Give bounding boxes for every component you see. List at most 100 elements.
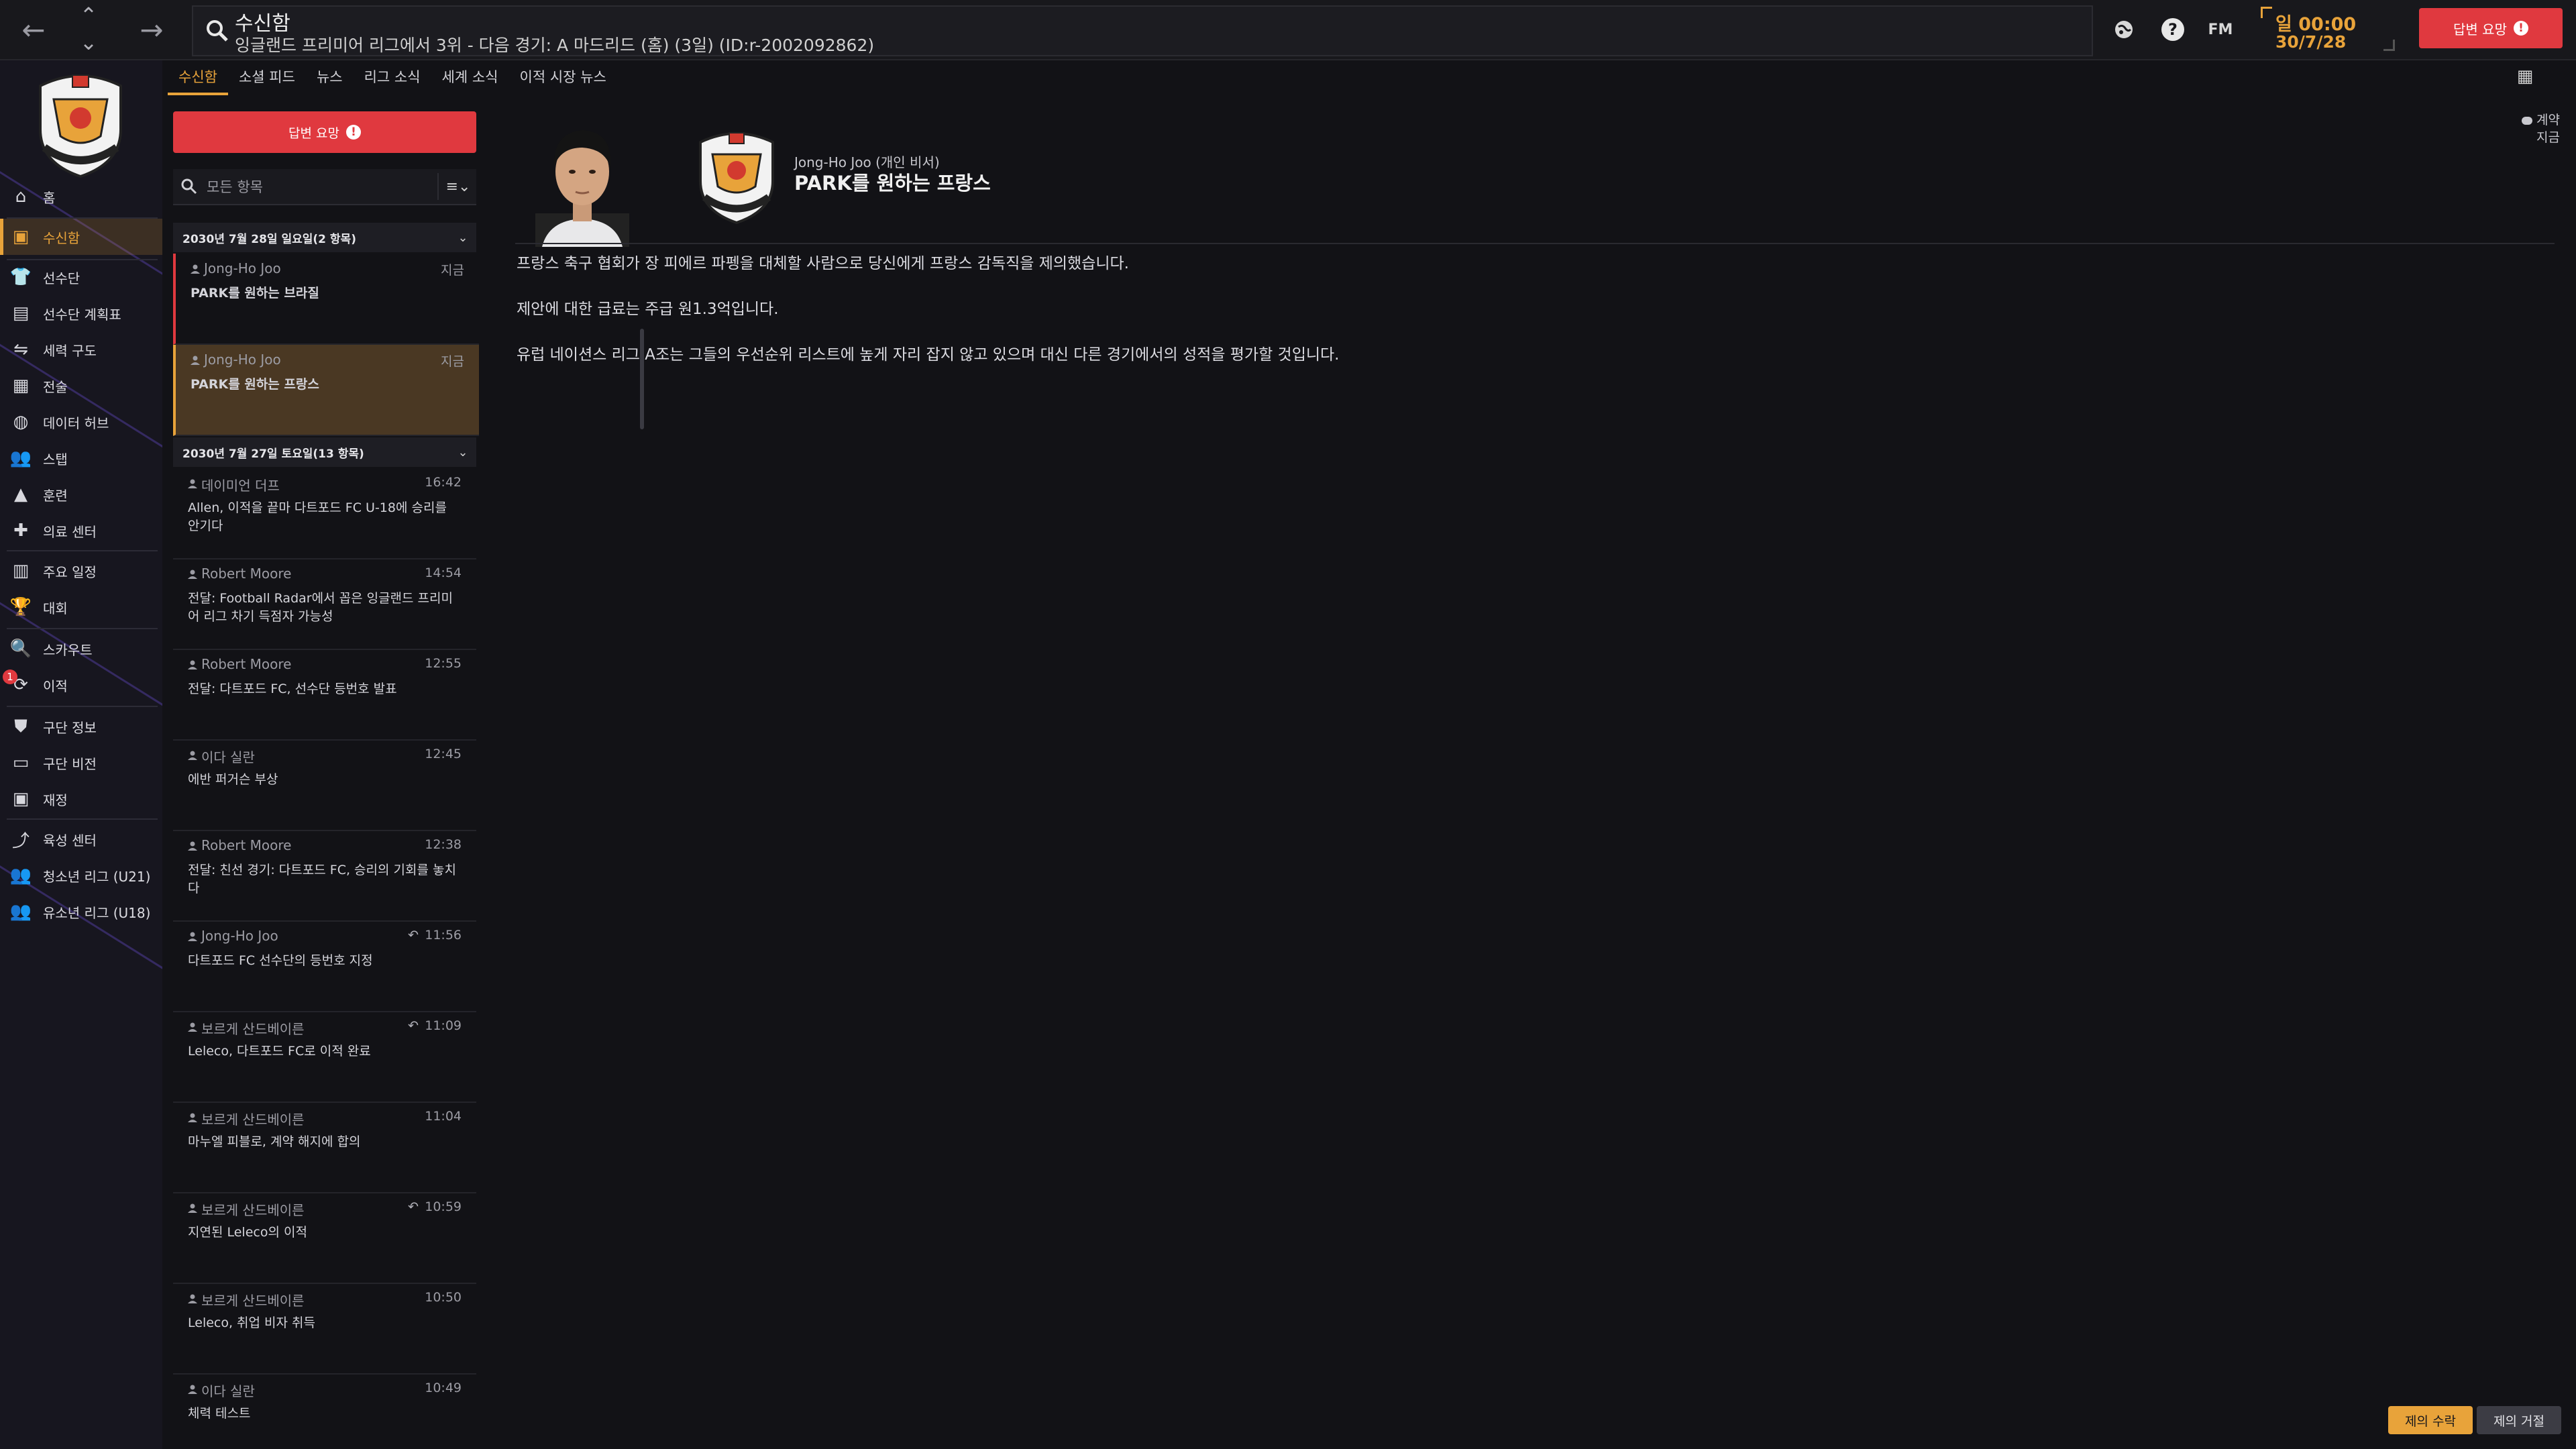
message-sender: 이다 실란 [201,749,255,765]
person-icon [188,570,197,579]
globe-icon[interactable] [2109,15,2139,44]
tab-inbox[interactable]: 수신함 [168,62,228,95]
club-crest-icon[interactable] [27,66,134,180]
sidebar-item-schedule[interactable]: ▥ 주요 일정 [0,553,162,589]
person-icon [191,264,200,274]
list-item[interactable]: Jong-Ho Joo ↶ 11:56 다트포드 FC 선수단의 등번호 지정 [173,921,476,1012]
alert-icon: ! [2513,21,2528,36]
message-subject: PARK를 원하는 브라질 [191,286,319,301]
message-list-panel: 답변 요망 ! ≡⌄ 2030년 7월 28일 일요일(2 항목) ⌄ Jong… [168,101,644,1449]
chevron-down-icon[interactable]: ⌄ [62,30,115,55]
respond-list-label: 답변 요망 [288,125,339,141]
list-item[interactable]: 보르게 산드베이른 ↶ 11:09 Leleco, 다트포드 FC로 이적 완료 [173,1012,476,1103]
u18-icon: 👥 [9,902,32,922]
sidebar-item-staff[interactable]: 👥 스탭 [0,440,162,476]
shirt-icon: 👕 [9,267,32,287]
home-icon: ⌂ [15,186,27,207]
tab-transfer-news[interactable]: 이적 시장 뉴스 [509,62,617,93]
game-date[interactable]: 일 00:00 30/7/28 [2261,7,2395,52]
sort-menu-icon[interactable]: ≡⌄ [437,173,478,200]
clipboard-icon: ▤ [12,303,30,323]
sidebar-item-inbox[interactable]: ▣ 수신함 [0,219,162,255]
replied-icon: ↶ [408,928,419,943]
message-time: 12:38 [425,837,462,852]
sidebar-item-medical[interactable]: ✚ 의료 센터 [0,513,162,549]
divider [515,243,2555,244]
trophy-icon: 🏆 [9,597,32,617]
message-time: 10:59 [425,1199,462,1214]
sidebar-item-training[interactable]: ▲ 훈련 [0,476,162,513]
sidebar-item-competitions[interactable]: 🏆 대회 [0,589,162,625]
sidebar-item-home[interactable]: ⌂ 홈 [0,178,162,215]
chevron-down-icon[interactable]: ⌄ [449,231,476,245]
fm-logo[interactable]: FM [2207,15,2234,44]
contract-tag-time: 지금 [2536,130,2560,145]
list-item-selected[interactable]: Jong-Ho Joo 지금 PARK를 원하는 프랑스 [173,345,479,436]
list-item[interactable]: Jong-Ho Joo 지금 PARK를 원하는 브라질 [173,254,479,345]
person-icon [188,841,197,851]
message-subject: 전달: 친선 경기: 다트포드 FC, 승리의 기회를 놓치다 [188,863,456,896]
back-arrow-icon[interactable]: ← [0,5,67,54]
title-search-box[interactable]: 수신함 잉글랜드 프리미어 리그에서 3위 - 다음 경기: A 마드리드 (홈… [192,5,2093,56]
accept-offer-button[interactable]: 제의 수락 [2388,1406,2473,1434]
list-item[interactable]: 보르게 산드베이른 11:04 마누엘 피블로, 계약 해지에 합의 [173,1102,476,1193]
alert-icon: ! [345,125,361,140]
group-header[interactable]: 2030년 7월 28일 일요일(2 항목) ⌄ [173,223,476,252]
sidebar: ⌂ 홈 ▣ 수신함 👕 선수단 ▤ 선수단 계획표 ⇋ 세력 구도 ▦ 전술 ◍… [0,60,162,1449]
list-item[interactable]: 데이미언 더프 16:42 Allen, 이적을 끝마 다트포드 FC U-18… [173,468,476,559]
sidebar-item-finances[interactable]: ▣ 재정 [0,781,162,817]
sidebar-item-development[interactable]: ⤴ 육성 센터 [0,821,162,857]
list-item[interactable]: Robert Moore 12:38 전달: 친선 경기: 다트포드 FC, 승… [173,830,476,922]
sidebar-item-data-hub[interactable]: ◍ 데이터 허브 [0,404,162,440]
list-item[interactable]: 보르게 산드베이른 10:50 Leleco, 취업 비자 취득 [173,1283,476,1375]
group-header[interactable]: 2030년 7월 27일 토요일(13 항목) ⌄ [173,437,476,467]
person-icon [188,1113,197,1122]
list-item[interactable]: 이다 실란 10:49 체력 테스트 [173,1374,476,1448]
chevron-up-icon[interactable]: ⌃ [62,3,115,28]
sidebar-item-squad[interactable]: 👕 선수단 [0,259,162,295]
training-icon: ▲ [14,484,28,504]
list-item[interactable]: Robert Moore 12:55 전달: 다트포드 FC, 선수단 등번호 … [173,649,476,741]
sidebar-item-u21[interactable]: 👥 청소년 리그 (U21) [0,857,162,894]
person-icon [188,660,197,669]
contract-tag: 계약 지금 [2500,111,2560,146]
chevron-down-icon[interactable]: ⌄ [449,445,476,460]
sidebar-item-club-vision[interactable]: ▭ 구단 비전 [0,745,162,781]
respond-required-button[interactable]: 답변 요망 ! [2419,8,2563,48]
sidebar-item-scouting[interactable]: 🔍 스카우트 [0,631,162,667]
message-time: 12:45 [425,747,462,761]
message-reader: Jong-Ho Joo (개인 비서) PARK를 원하는 프랑스 계약 지금 … [488,101,2568,1449]
message-subject: Leleco, 취업 비자 취득 [188,1316,316,1330]
tab-league-news[interactable]: 리그 소식 [354,62,431,93]
message-sender: Robert Moore [201,566,292,582]
list-item[interactable]: 이다 실란 12:45 에반 퍼거슨 부상 [173,740,476,831]
filter-input[interactable] [205,176,429,199]
tab-social-feed[interactable]: 소셜 피드 [228,62,306,93]
tab-news[interactable]: 뉴스 [306,62,354,93]
reject-offer-button[interactable]: 제의 거절 [2477,1406,2561,1434]
forward-arrow-icon[interactable]: → [118,5,185,54]
list-item[interactable]: Robert Moore 14:54 전달: Football Radar에서 … [173,559,476,650]
sidebar-item-transfers[interactable]: ⟳ 이적 1 [0,667,162,703]
person-icon [188,932,197,941]
contract-tag-label: 계약 [2500,111,2560,129]
sidebar-item-tactics[interactable]: ▦ 전술 [0,368,162,404]
message-subject: 전달: Football Radar에서 꼽은 잉글랜드 프리미어 리그 차기 … [188,591,453,624]
sidebar-item-dynamics[interactable]: ⇋ 세력 구도 [0,331,162,368]
dynamics-icon: ⇋ [13,339,28,360]
sidebar-item-u18[interactable]: 👥 유소년 리그 (U18) [0,894,162,930]
message-time: 11:04 [425,1109,462,1124]
message-subject: 체력 테스트 [188,1406,251,1421]
tab-world-news[interactable]: 세계 소식 [431,62,509,93]
list-item[interactable]: 보르게 산드베이른 ↶ 10:59 지연된 Leleco의 이적 [173,1193,476,1284]
person-icon [188,1022,197,1032]
help-icon[interactable]: ? [2161,18,2184,41]
message-time: 14:54 [425,566,462,580]
message-sender: 이다 실란 [201,1383,255,1399]
view-options-icon[interactable]: ▦ [2509,64,2541,89]
sidebar-item-club-info[interactable]: ⛊ 구단 정보 [0,708,162,745]
respond-required-list-button[interactable]: 답변 요망 ! [173,111,476,153]
development-icon: ⤴ [11,830,30,851]
sidebar-item-squad-planner[interactable]: ▤ 선수단 계획표 [0,295,162,331]
data-hub-icon: ◍ [13,412,29,432]
